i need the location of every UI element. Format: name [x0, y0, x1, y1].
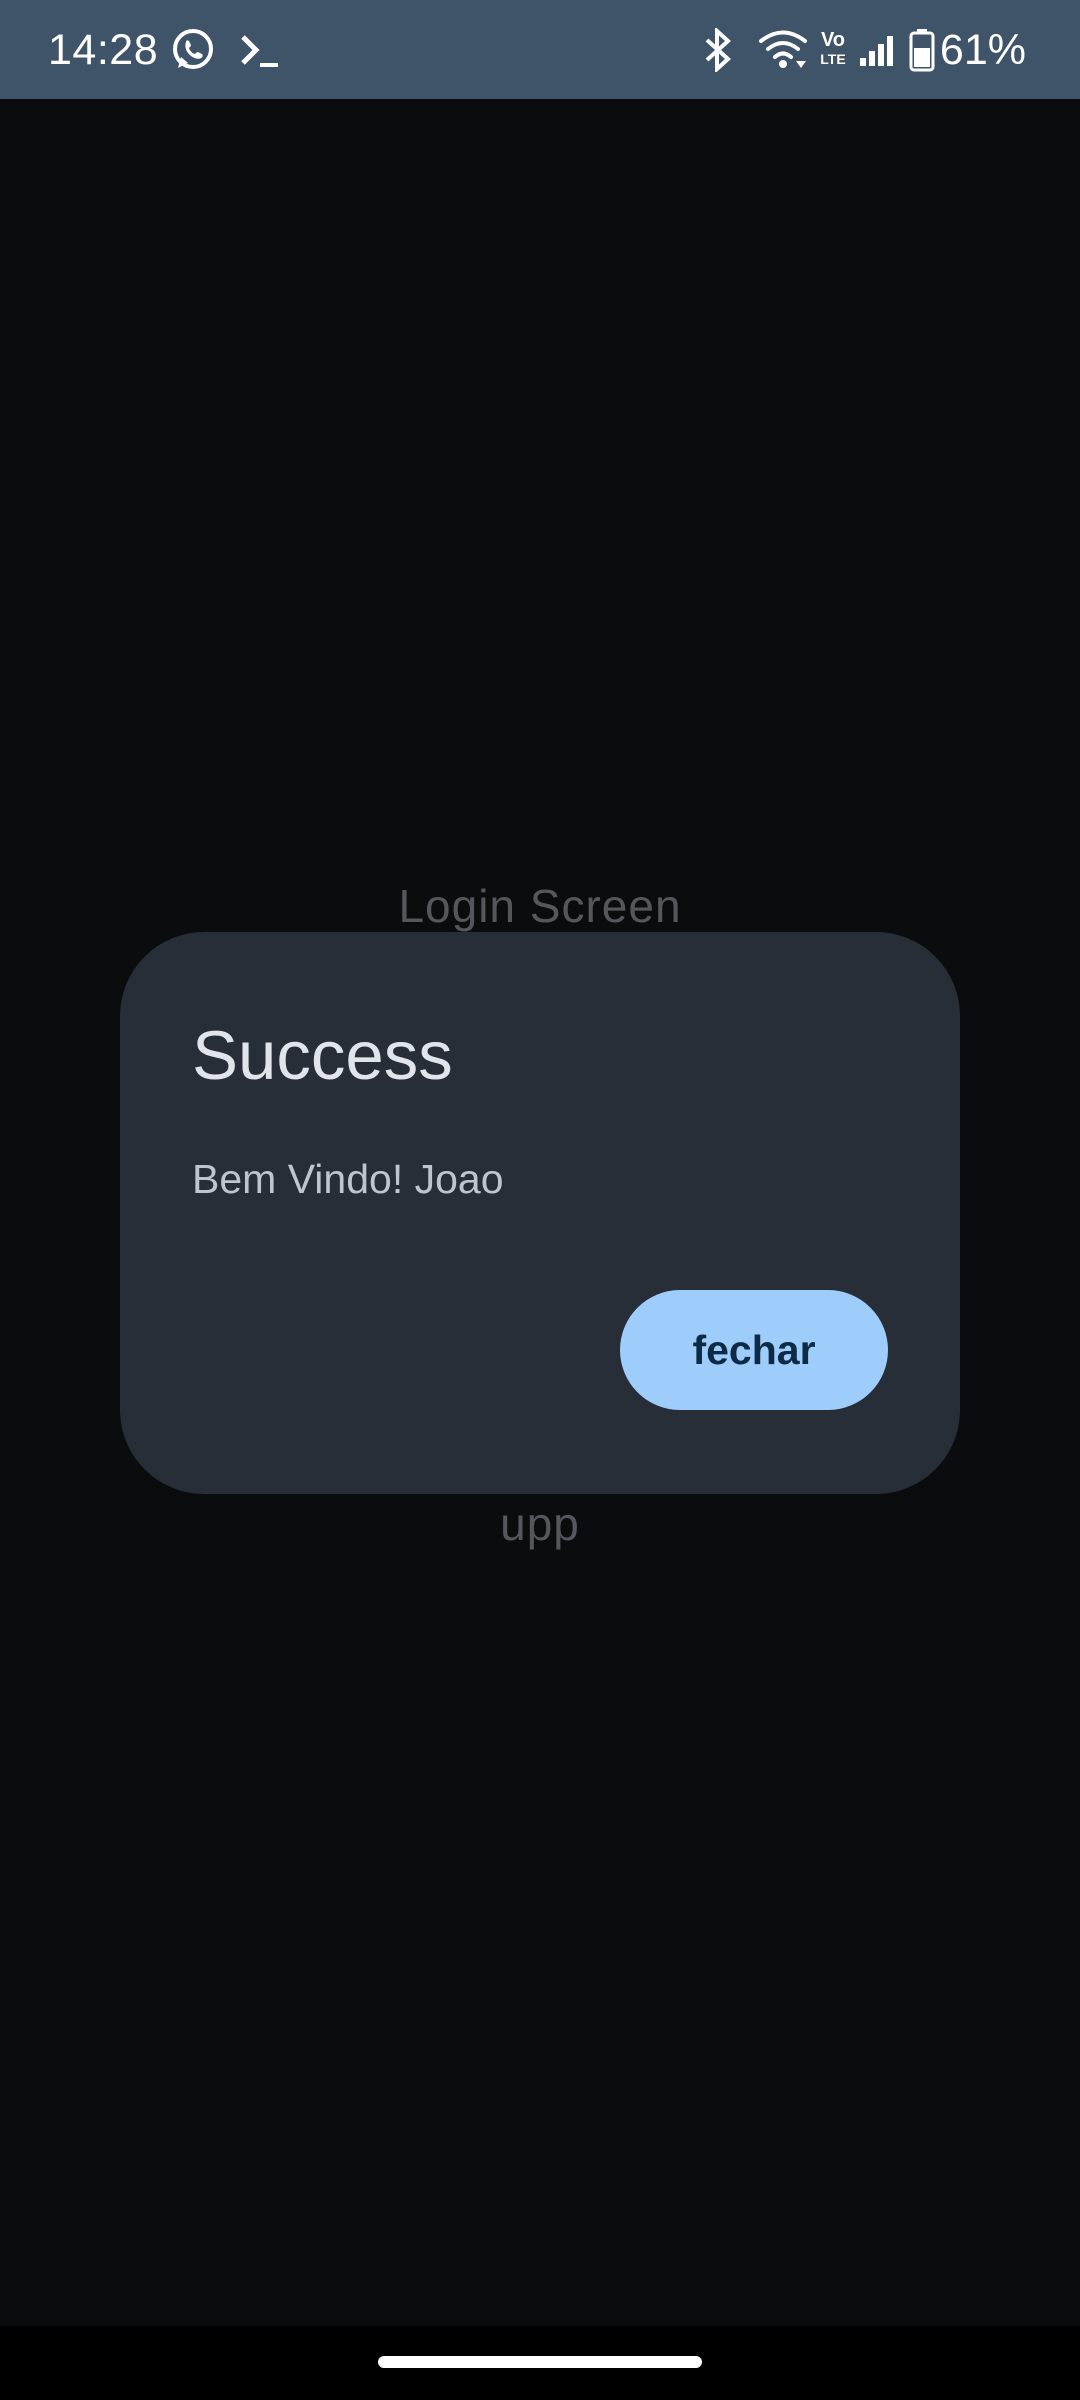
background-button-text: upp — [500, 1498, 580, 1550]
volte-label-bottom: LTE — [820, 51, 846, 67]
login-screen-title: Login Screen — [398, 880, 682, 932]
app-screen: 14:28 Vo LTE 61% Login Screen upp Succes… — [0, 0, 1080, 2400]
volte-icon: Vo LTE — [817, 30, 849, 70]
dialog-title: Success — [192, 1017, 453, 1094]
bluetooth-icon — [705, 28, 731, 72]
navigation-bar — [0, 2326, 1080, 2400]
battery-percent: 61% — [939, 26, 1026, 74]
whatsapp-icon — [173, 29, 213, 69]
success-dialog: Success Bem Vindo! Joao fechar — [120, 932, 960, 1494]
volte-label-top: Vo — [820, 29, 846, 51]
battery-icon — [909, 29, 935, 72]
gesture-handle[interactable] — [378, 2356, 702, 2368]
wifi-icon — [759, 30, 807, 68]
status-time: 14:28 — [48, 26, 159, 74]
close-button[interactable]: fechar — [620, 1290, 888, 1410]
terminal-icon — [241, 35, 278, 67]
dialog-message: Bem Vindo! Joao — [192, 1156, 504, 1202]
signal-icon — [860, 36, 893, 66]
status-bar: 14:28 Vo LTE 61% — [0, 0, 1080, 99]
